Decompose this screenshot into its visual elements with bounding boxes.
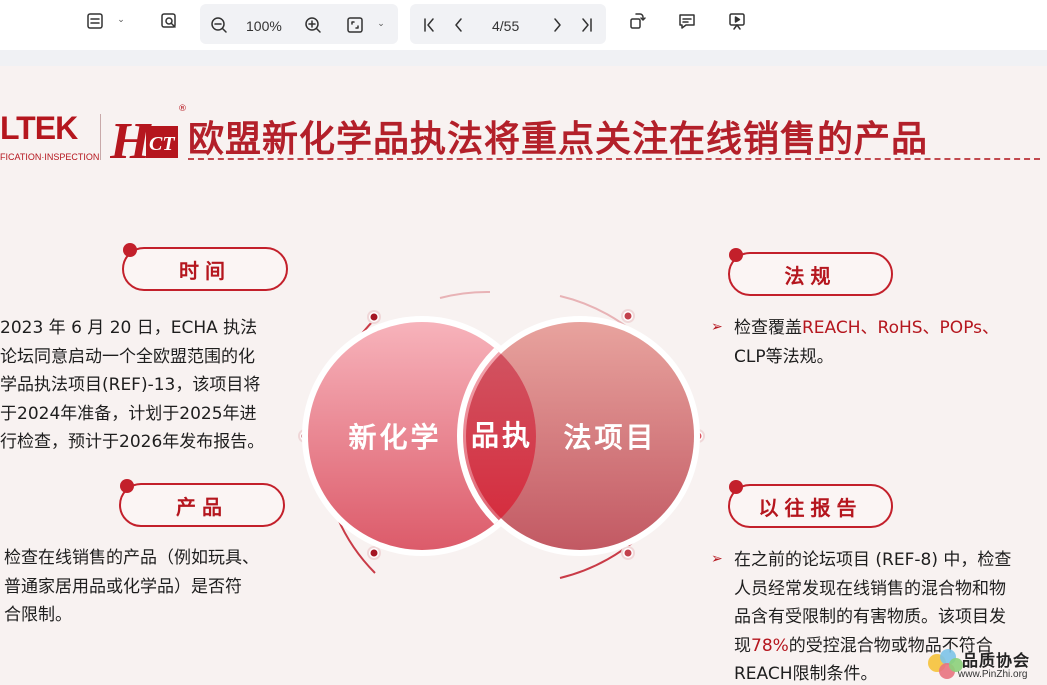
hct-logo: H CT [110, 113, 178, 166]
percentage-highlight: 78% [751, 635, 789, 656]
text-span: 检查覆盖 [734, 318, 802, 338]
zoom-out-icon[interactable] [208, 14, 230, 36]
watermark-text: 品质协会 [962, 651, 1031, 670]
zoom-group: 100% ⌄ [200, 4, 398, 44]
regulation-description: 检查覆盖REACH、RoHS、POPs、 CLP等法规。 [734, 314, 1044, 371]
svg-text:H: H [110, 113, 152, 166]
previous-page-icon[interactable] [448, 14, 470, 36]
regulation-label: 法规 [784, 263, 837, 288]
venn-right-label: 法项目 [563, 421, 656, 454]
text-line: 检查覆盖REACH、RoHS、POPs、 [734, 314, 1044, 343]
logo-subtitle: FICATION·INSPECTION [0, 152, 100, 162]
zoom-level[interactable]: 100% [246, 18, 282, 34]
pill-dot [123, 243, 137, 257]
text-line: CLP等法规。 [734, 346, 834, 367]
regulation-label-pill: 法规 [728, 248, 893, 296]
page-view-icon[interactable] [84, 10, 106, 32]
text-line: 检查在线销售的产品（例如玩具、 [4, 548, 259, 568]
last-page-icon[interactable] [576, 14, 598, 36]
outer-arc [439, 290, 491, 299]
search-document-icon[interactable] [158, 10, 180, 32]
text-line: 人员经常发现在线销售的混合物和物 [734, 578, 1006, 599]
chevron-down-icon[interactable]: ⌄ [116, 14, 126, 26]
text-line: 论坛同意启动一个全欧盟范围的化 [0, 346, 255, 367]
text-line: 普通家居用品或化学品）是否符 [4, 576, 242, 597]
venn-diagram: 新化学 品执 法项目 [298, 290, 705, 579]
venn-left-label: 新化学 [348, 421, 441, 454]
bullet-arrow-icon: ➢ [711, 319, 723, 335]
regulation-highlight: REACH、RoHS、POPs、 [802, 318, 1000, 338]
first-page-icon[interactable] [418, 14, 440, 36]
time-description: 2023 年 6 月 20 日，ECHA 执法 论坛同意启动一个全欧盟范围的化 … [0, 314, 285, 457]
logo-text: LTEK [0, 110, 78, 146]
pill-dot [729, 480, 743, 494]
page-indicator[interactable]: 4/55 [492, 18, 519, 34]
previous-report-label: 以往报告 [758, 495, 863, 520]
viewer-background [0, 50, 1047, 66]
bullet-arrow-icon: ➢ [711, 551, 723, 567]
time-label: 时间 [179, 258, 231, 283]
text-line: 行检查，预计于2026年发布报告。 [0, 432, 265, 453]
text-line: 品含有受限制的有害物质。该项目发 [734, 607, 1006, 628]
product-label: 产品 [176, 494, 228, 519]
toolbar: ⌄ 100% ⌄ 4/55 [0, 0, 1047, 50]
zoom-in-icon[interactable] [302, 14, 324, 36]
previous-report-label-pill: 以往报告 [728, 480, 893, 528]
time-label-pill: 时间 [122, 243, 288, 291]
chevron-down-icon[interactable]: ⌄ [376, 18, 386, 30]
text-line: 2023 年 6 月 20 日，ECHA 执法 [0, 318, 258, 338]
pill-dot [120, 479, 134, 493]
next-page-icon[interactable] [546, 14, 568, 36]
pill-dot [729, 248, 743, 262]
text-line: 合限制。 [4, 605, 72, 626]
page-navigation: 4/55 [410, 4, 606, 44]
title-underline [188, 158, 1040, 160]
comment-icon[interactable] [676, 10, 698, 32]
text-span: 现 [734, 635, 751, 656]
product-description: 检查在线销售的产品（例如玩具、 普通家居用品或化学品）是否符 合限制。 [4, 544, 289, 630]
text-line: 于2024年准备，计划于2025年进 [0, 403, 257, 424]
rotate-icon[interactable] [626, 10, 648, 32]
venn-middle-label: 品执 [471, 419, 533, 452]
product-label-pill: 产品 [119, 479, 285, 527]
text-line: 在之前的论坛项目 (REF-8) 中，检查 [734, 550, 1012, 570]
slide-page: LTEK FICATION·INSPECTION H CT ® 欧盟新化学品执法… [0, 66, 1047, 685]
watermark-url: www.PinZhi.org [958, 669, 1028, 680]
logo-divider [100, 114, 101, 160]
slide-title: 欧盟新化学品执法将重点关注在线销售的产品 [188, 119, 929, 160]
svg-text:CT: CT [149, 133, 175, 155]
presentation-icon[interactable] [726, 10, 748, 32]
text-line: 学品执法项目(REF)-13，该项目将 [0, 375, 261, 396]
fit-page-icon[interactable] [344, 14, 366, 36]
registered-mark: ® [178, 104, 187, 114]
